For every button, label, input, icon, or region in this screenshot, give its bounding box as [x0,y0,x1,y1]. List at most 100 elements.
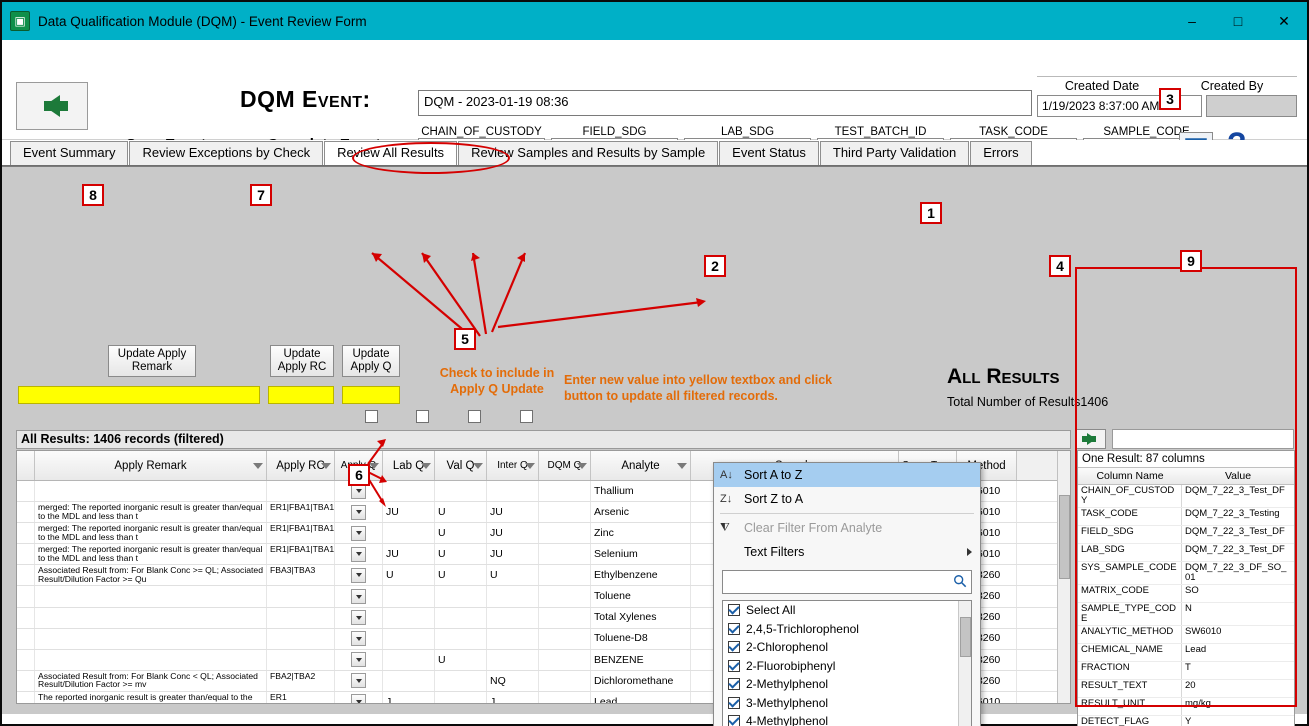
apply-remark-value-input[interactable] [18,386,260,404]
update-apply-remark-button[interactable]: Update Apply Remark [108,345,196,377]
filter-icon[interactable] [577,462,587,469]
analyte-filter-menu[interactable]: A↓ Sort A to Z Z↓ Sort Z to A ⧨ Clear Fi… [713,462,981,726]
include-checkbox-3[interactable] [468,410,481,423]
menu-sort-a-to-z[interactable]: A↓ Sort A to Z [714,463,980,487]
apply-q-dropdown[interactable] [351,694,366,703]
apply-rc-value-input[interactable] [268,386,334,404]
grid-header-lab-q[interactable]: Lab Q [383,451,435,480]
row-selector[interactable] [17,523,35,544]
close-button[interactable]: ✕ [1261,2,1307,40]
apply-q-dropdown[interactable] [351,610,366,626]
apply-q-dropdown[interactable] [351,546,366,562]
grid-vertical-scrollbar[interactable] [1057,451,1070,703]
detail-row[interactable]: SYS_SAMPLE_CODE DQM_7_22_3_DF_SO_01 [1078,561,1294,585]
detail-row[interactable]: ANALYTIC_METHOD SW6010 [1078,625,1294,644]
row-selector[interactable] [17,481,35,502]
checkbox-icon[interactable] [728,696,740,709]
minimize-button[interactable]: – [1169,2,1215,40]
detail-row[interactable]: SAMPLE_TYPE_CODE N [1078,602,1294,626]
event-name-input[interactable]: DQM - 2023-01-19 08:36 [418,90,1032,116]
row-selector[interactable] [17,502,35,523]
tab-review-exceptions-by-check[interactable]: Review Exceptions by Check [129,141,324,165]
filter-option[interactable]: 4-Methylphenol [723,712,971,726]
filter-option-list[interactable]: Select All 2,4,5-Trichlorophenol 2-Chlorop… [722,600,972,726]
detail-row[interactable]: RESULT_UNIT mg/kg [1078,697,1294,716]
maximize-button[interactable]: □ [1215,2,1261,40]
result-detail-panel[interactable]: One Result: 87 columns Column Name Value… [1077,450,1295,726]
detail-row[interactable]: FRACTION T [1078,661,1294,680]
grid-scroll-thumb[interactable] [1059,495,1070,579]
filter-icon[interactable] [525,462,535,469]
filter-icon[interactable] [677,462,687,469]
menu-clear-filter[interactable]: ⧨ Clear Filter From Analyte [714,516,980,540]
apply-q-dropdown[interactable] [351,631,366,647]
apply-q-value-input[interactable] [342,386,400,404]
row-selector[interactable] [17,544,35,565]
menu-text-filters[interactable]: Text Filters [714,540,980,564]
cell-inter-q: JU [487,523,539,544]
apply-q-dropdown[interactable] [351,673,366,689]
row-selector[interactable] [17,607,35,628]
detail-row[interactable]: RESULT_TEXT 20 [1078,679,1294,698]
checkbox-icon[interactable] [728,604,740,617]
checkbox-icon[interactable] [728,622,740,635]
checkbox-icon[interactable] [728,715,740,726]
filter-option[interactable]: 3-Methylphenol [723,694,971,713]
detail-row[interactable]: CHEMICAL_NAME Lead [1078,643,1294,662]
detail-row[interactable]: DETECT_FLAG Y [1078,715,1294,726]
filter-option[interactable]: Select All [723,601,971,620]
filter-option[interactable]: 2-Chlorophenol [723,638,971,657]
right-panel-search-input[interactable] [1112,429,1294,449]
row-selector[interactable] [17,586,35,607]
menu-sort-z-to-a[interactable]: Z↓ Sort Z to A [714,487,980,511]
filter-list-scrollbar[interactable] [958,601,971,726]
grid-header-dqm-q[interactable]: DQM Q [539,451,591,480]
filter-icon[interactable] [421,462,431,469]
filter-option[interactable]: 2-Methylphenol [723,675,971,694]
detail-row[interactable]: MATRIX_CODE SO [1078,584,1294,603]
row-selector[interactable] [17,670,35,691]
grid-header-inter-q[interactable]: Inter Q [487,451,539,480]
tab-third-party-validation[interactable]: Third Party Validation [819,141,970,165]
grid-header-apply-rc[interactable]: Apply RC [267,451,335,480]
filter-search-input[interactable] [722,570,972,594]
filter-list-scroll-thumb[interactable] [960,617,971,657]
filter-option[interactable]: 2,4,5-Trichlorophenol [723,620,971,639]
detail-row[interactable]: LAB_SDG DQM_7_22_3_Test_DF [1078,543,1294,562]
filter-icon[interactable] [253,462,263,469]
filter-icon[interactable] [369,462,379,469]
row-selector[interactable] [17,565,35,586]
include-checkbox-1[interactable] [365,410,378,423]
grid-header-val-q[interactable]: Val Q [435,451,487,480]
checkbox-icon[interactable] [728,678,740,691]
include-checkbox-4[interactable] [520,410,533,423]
row-selector[interactable] [17,628,35,649]
detail-row[interactable]: FIELD_SDG DQM_7_22_3_Test_DF [1078,525,1294,544]
apply-q-dropdown[interactable] [351,525,366,541]
update-apply-rc-button[interactable]: Update Apply RC [270,345,334,377]
checkbox-icon[interactable] [728,641,740,654]
go-arrow-icon[interactable] [1076,429,1106,449]
tab-event-summary[interactable]: Event Summary [10,141,129,165]
include-checkbox-2[interactable] [416,410,429,423]
tab-review-all-results[interactable]: Review All Results [324,141,458,165]
update-apply-q-button[interactable]: Update Apply Q [342,345,400,377]
filter-option[interactable]: 2-Fluorobiphenyl [723,657,971,676]
row-selector[interactable] [17,691,35,703]
tab-review-samples-and-results-by-sample[interactable]: Review Samples and Results by Sample [458,141,719,165]
grid-header-analyte[interactable]: Analyte [591,451,691,480]
apply-q-dropdown[interactable] [351,567,366,583]
back-button[interactable] [16,82,88,130]
apply-q-dropdown[interactable] [351,652,366,668]
filter-icon[interactable] [473,462,483,469]
grid-header-apply-remark[interactable]: Apply Remark [35,451,267,480]
tab-errors[interactable]: Errors [970,141,1032,165]
apply-q-dropdown[interactable] [351,504,366,520]
detail-row[interactable]: TASK_CODE DQM_7_22_3_Testing [1078,507,1294,526]
checkbox-icon[interactable] [728,659,740,672]
detail-row[interactable]: CHAIN_OF_CUSTODY DQM_7_22_3_Test_DF [1078,485,1294,508]
filter-icon[interactable] [321,462,331,469]
row-selector[interactable] [17,649,35,670]
apply-q-dropdown[interactable] [351,589,366,605]
tab-event-status[interactable]: Event Status [719,141,819,165]
